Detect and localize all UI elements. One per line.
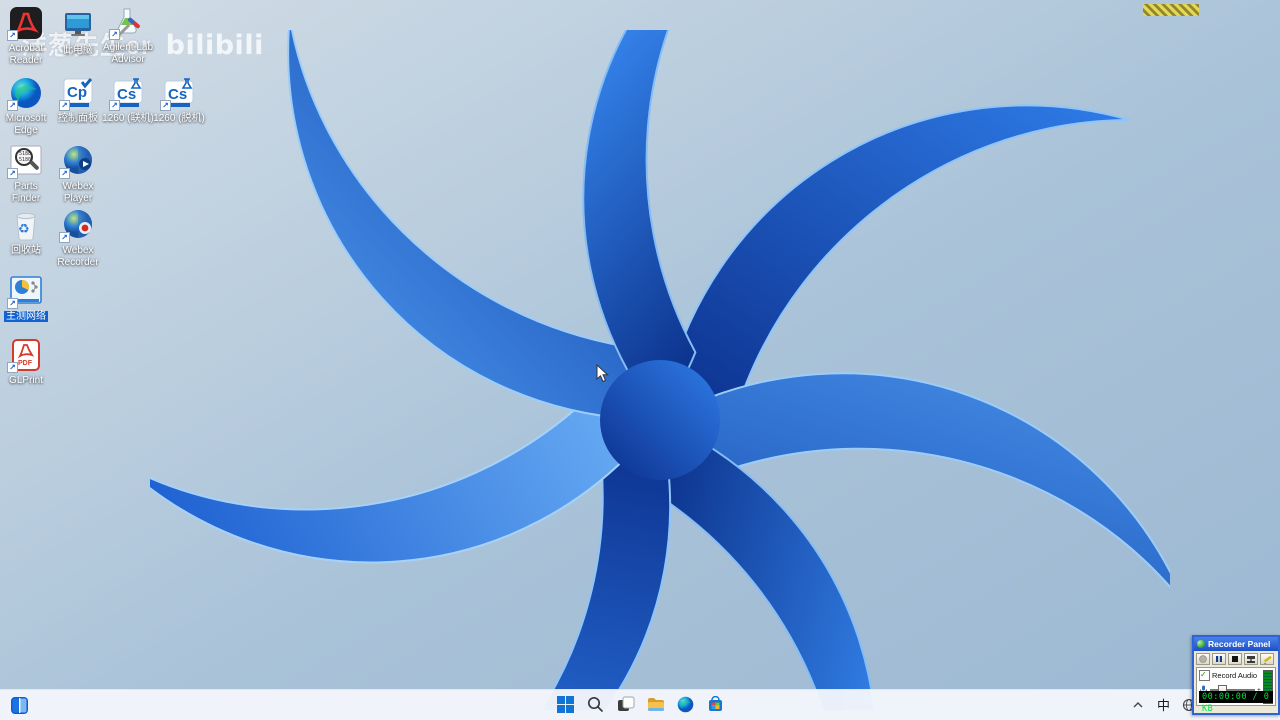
desktop-icon-recycle-bin[interactable]: ♻ 回收站 bbox=[0, 208, 52, 257]
icon-label: 控制面板 bbox=[58, 113, 98, 124]
bilibili-logo: bilibili bbox=[165, 30, 264, 61]
icon-label: Microsoft Edge bbox=[5, 113, 47, 136]
recorder-panel-titlebar[interactable]: Recorder Panel bbox=[1194, 637, 1278, 651]
acrobat-icon: ↗ bbox=[7, 6, 43, 41]
desktop-icon-glprint[interactable]: PDF ↗ GLPrint bbox=[0, 338, 52, 387]
pen-icon bbox=[1263, 655, 1271, 664]
edge-button[interactable] bbox=[676, 694, 695, 715]
desktop-icon-acrobat[interactable]: ↗ Acrobat Reader bbox=[0, 6, 52, 67]
audio-settings-box: ✓ Record Audio + 00:00:00 / 0 KB bbox=[1196, 667, 1276, 714]
icon-label: 主测网络 bbox=[4, 311, 48, 322]
recording-counter: 00:00:00 / 0 KB bbox=[1199, 691, 1273, 714]
store-button[interactable] bbox=[706, 694, 725, 715]
chevron-up-icon bbox=[1133, 701, 1143, 707]
censored-region bbox=[1143, 4, 1199, 16]
marker-icon bbox=[1247, 655, 1255, 663]
annotate-button[interactable] bbox=[1260, 653, 1274, 665]
svg-text:♻: ♻ bbox=[18, 221, 30, 236]
taskbar: 中 bbox=[0, 689, 1280, 720]
pie-chart-app-icon: ↗ bbox=[7, 274, 43, 309]
shortcut-arrow-icon: ↗ bbox=[7, 168, 18, 179]
task-view-icon bbox=[617, 696, 634, 711]
webex-recorder-icon: ↗ bbox=[59, 208, 95, 243]
shortcut-arrow-icon: ↗ bbox=[59, 100, 70, 111]
desktop-icon-this-pc[interactable]: 此电脑 bbox=[52, 8, 104, 57]
microsoft-store-icon bbox=[709, 696, 722, 711]
wallpaper-bloom bbox=[150, 30, 1170, 710]
shortcut-arrow-icon: ↗ bbox=[109, 100, 120, 111]
icon-label: Acrobat Reader bbox=[8, 43, 44, 66]
control-panel-icon: Cp ↗ bbox=[59, 76, 95, 111]
shortcut-arrow-icon: ↗ bbox=[7, 362, 18, 373]
desktop-icon-webex-player[interactable]: ↗ Webex Player bbox=[52, 144, 104, 205]
parts-finder-icon: 5188 5180 ↗ bbox=[7, 144, 43, 179]
ime-indicator[interactable]: 中 bbox=[1157, 695, 1170, 714]
icon-label: Agilent Lab Advisor bbox=[102, 42, 154, 65]
shortcut-arrow-icon: ↗ bbox=[7, 100, 18, 111]
icon-label: 1260 (脱机) bbox=[153, 113, 205, 124]
icon-label: GLPrint bbox=[9, 375, 43, 386]
search-icon bbox=[587, 696, 603, 712]
shortcut-arrow-icon: ↗ bbox=[160, 100, 171, 111]
desktop-icon-1260-offline[interactable]: Cs ↗ 1260 (脱机) bbox=[153, 76, 205, 125]
recycle-bin-icon: ♻ bbox=[9, 208, 43, 242]
chemstation-offline-icon: Cs ↗ bbox=[160, 76, 196, 111]
shortcut-arrow-icon: ↗ bbox=[109, 29, 120, 40]
marker-button[interactable] bbox=[1244, 653, 1258, 665]
shortcut-arrow-icon: ↗ bbox=[59, 168, 70, 179]
svg-text:5180: 5180 bbox=[19, 157, 31, 163]
recorder-orb-icon bbox=[1197, 640, 1205, 648]
edge-icon: ↗ bbox=[7, 76, 43, 111]
desktop-icon-parts-finder[interactable]: 5188 5180 ↗ Parts Finder bbox=[0, 144, 52, 205]
recorder-panel-title: Recorder Panel bbox=[1208, 639, 1271, 649]
stop-button[interactable] bbox=[1228, 653, 1242, 665]
recorder-panel[interactable]: Recorder Panel ✓ Record Audio + 00:00:00… bbox=[1192, 635, 1280, 715]
file-explorer-icon bbox=[647, 698, 664, 711]
icon-label: Parts Finder bbox=[11, 181, 41, 204]
lab-advisor-icon: ↗ bbox=[109, 5, 145, 40]
icon-label: Webex Player bbox=[62, 181, 94, 204]
icon-label: Webex Recorder bbox=[57, 245, 99, 268]
record-icon bbox=[1199, 655, 1207, 663]
icon-label: 此电脑 bbox=[63, 45, 93, 56]
search-button[interactable] bbox=[586, 694, 605, 715]
pause-icon bbox=[1216, 656, 1222, 662]
icon-label: 1260 (联机) bbox=[102, 113, 154, 124]
file-explorer-button[interactable] bbox=[646, 694, 665, 715]
desktop[interactable]: 洋葱先生er bilibili ↗ Acrobat Reader 此电脑 ↗ A… bbox=[0, 0, 1280, 720]
pause-button[interactable] bbox=[1212, 653, 1226, 665]
icon-label: 回收站 bbox=[11, 245, 41, 256]
task-view-button[interactable] bbox=[616, 694, 635, 715]
record-button[interactable] bbox=[1196, 653, 1210, 665]
pdf-shortcut-icon: PDF ↗ bbox=[7, 338, 43, 373]
shortcut-arrow-icon: ↗ bbox=[7, 298, 18, 309]
windows-start-icon bbox=[557, 696, 574, 713]
desktop-icon-control-panel[interactable]: Cp ↗ 控制面板 bbox=[52, 76, 104, 125]
widgets-button[interactable] bbox=[10, 695, 29, 716]
record-audio-checkbox[interactable]: ✓ bbox=[1199, 670, 1210, 681]
desktop-icon-edge[interactable]: ↗ Microsoft Edge bbox=[0, 76, 52, 137]
desktop-icon-selected-shortcut[interactable]: ↗ 主测网络 bbox=[0, 274, 52, 323]
desktop-icon-1260-online[interactable]: Cs ↗ 1260 (联机) bbox=[102, 76, 154, 125]
tray-chevron-button[interactable] bbox=[1129, 694, 1148, 715]
desktop-icon-lab-advisor[interactable]: ↗ Agilent Lab Advisor bbox=[102, 5, 154, 66]
shortcut-arrow-icon: ↗ bbox=[59, 232, 70, 243]
this-pc-icon bbox=[61, 8, 95, 42]
start-button[interactable] bbox=[556, 694, 575, 715]
widgets-icon bbox=[11, 697, 28, 714]
record-audio-label: Record Audio bbox=[1212, 671, 1258, 680]
svg-text:PDF: PDF bbox=[18, 360, 33, 367]
mouse-cursor bbox=[596, 364, 609, 383]
edge-icon bbox=[677, 696, 694, 713]
stop-icon bbox=[1232, 656, 1238, 662]
shortcut-arrow-icon: ↗ bbox=[7, 30, 18, 41]
webex-player-icon: ↗ bbox=[59, 144, 95, 179]
desktop-icon-webex-recorder[interactable]: ↗ Webex Recorder bbox=[52, 208, 104, 269]
chemstation-online-icon: Cs ↗ bbox=[109, 76, 145, 111]
